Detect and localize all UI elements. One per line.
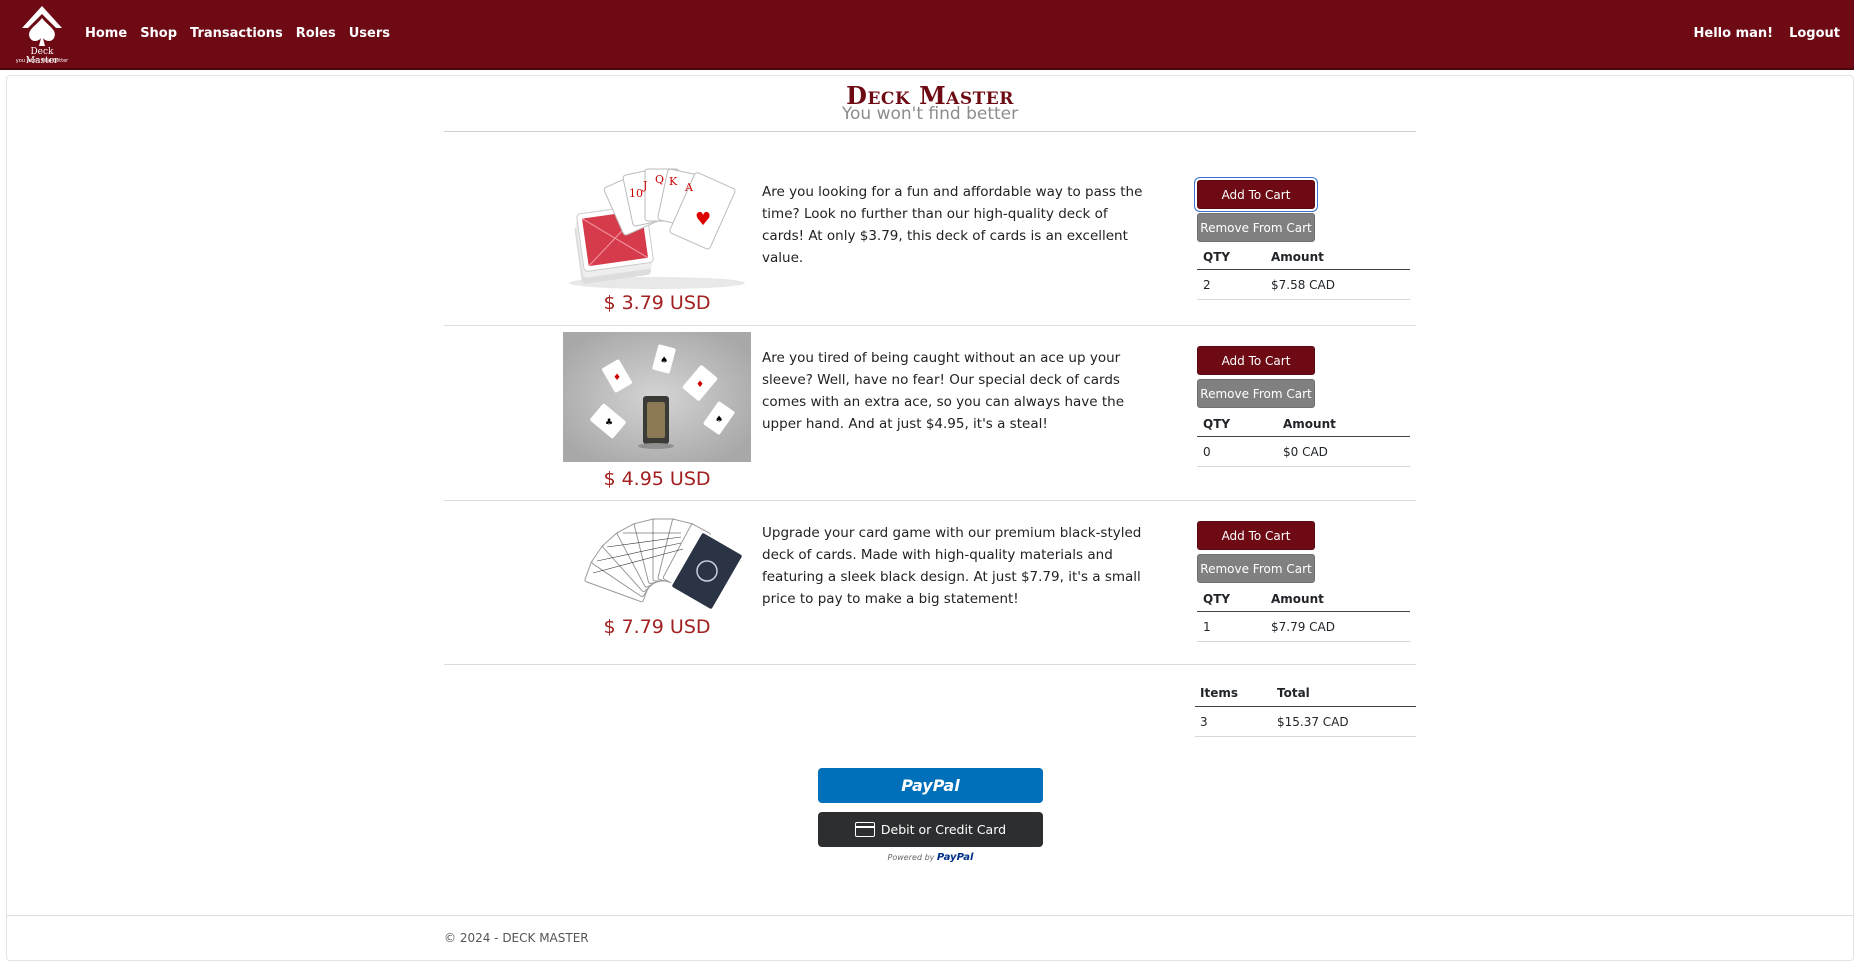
playing-cards-image-icon: 10 J Q K A ♥ [569, 168, 745, 289]
nav-home[interactable]: Home [85, 26, 127, 41]
qty-value: 2 [1203, 277, 1211, 292]
row-divider [444, 664, 1416, 665]
product-description: Upgrade your card game with our premium … [762, 525, 1142, 607]
totals-row: 3 $15.37 CAD [1195, 707, 1416, 737]
brand-subtitle: You won't find better [841, 104, 1019, 124]
product-row: 10 J Q K A ♥ $ 3.79 USD Are you looking … [444, 160, 1416, 325]
user-nav: Hello man! Logout [1678, 26, 1841, 41]
amount-value: $7.79 CAD [1271, 619, 1335, 634]
amount-header: Amount [1271, 249, 1324, 264]
svg-text:♠: ♠ [715, 415, 723, 425]
svg-text:K: K [669, 175, 678, 188]
product-row: ♦ ♠ ♦ ♣ ♠ $ 4.95 USD Are you tired of be… [444, 326, 1416, 500]
nav-shop[interactable]: Shop [140, 26, 177, 41]
logout-link[interactable]: Logout [1789, 26, 1840, 41]
totals-header: Items Total [1195, 680, 1416, 707]
total-amount: $15.37 CAD [1277, 714, 1349, 729]
cart-line-header: QTY Amount [1197, 244, 1410, 270]
add-to-cart-button[interactable]: Add To Cart [1197, 346, 1315, 375]
cart-line-row: 1 $7.79 CAD [1197, 612, 1410, 642]
cart-line-header: QTY Amount [1197, 411, 1410, 437]
svg-text:♠: ♠ [660, 356, 668, 366]
paypal-wordmark: PayPal [936, 852, 974, 863]
card-button-label: Debit or Credit Card [880, 822, 1007, 837]
add-to-cart-button[interactable]: Add To Cart [1197, 180, 1315, 209]
product-price: $ 3.79 USD [603, 292, 711, 314]
nav-transactions[interactable]: Transactions [190, 26, 283, 41]
svg-text:♦: ♦ [696, 380, 704, 390]
remove-from-cart-button[interactable]: Remove From Cart [1197, 379, 1315, 408]
product-price: $ 7.79 USD [603, 616, 711, 638]
product-image-ace-deck[interactable]: ♦ ♠ ♦ ♣ ♠ [563, 332, 751, 462]
debit-credit-card-button[interactable]: Debit or Credit Card [818, 812, 1043, 847]
total-header: Total [1277, 686, 1310, 700]
amount-value: $0 CAD [1283, 444, 1328, 459]
nav-users[interactable]: Users [349, 26, 390, 41]
product-image-fanned-cards[interactable]: 10 J Q K A ♥ [563, 165, 751, 295]
svg-text:A: A [684, 181, 694, 194]
main-nav: Home Shop Transactions Roles Users [85, 26, 403, 41]
spade-logo-icon [22, 6, 62, 46]
ace-cards-image-icon: ♦ ♠ ♦ ♣ ♠ [563, 332, 751, 462]
amount-header: Amount [1271, 591, 1324, 606]
svg-text:♣: ♣ [605, 418, 613, 428]
svg-text:Q: Q [655, 173, 664, 186]
paypal-button[interactable]: PayPal [818, 768, 1043, 803]
remove-from-cart-button[interactable]: Remove From Cart [1197, 213, 1315, 242]
svg-text:♥: ♥ [695, 209, 711, 230]
cart-line-row: 0 $0 CAD [1197, 437, 1410, 467]
product-image-black-deck[interactable] [563, 509, 751, 619]
remove-from-cart-button[interactable]: Remove From Cart [1197, 554, 1315, 583]
amount-header: Amount [1283, 416, 1336, 431]
amount-value: $7.58 CAD [1271, 277, 1335, 292]
cart-line-row: 2 $7.58 CAD [1197, 270, 1410, 300]
cart-line-table: QTY Amount 0 $0 CAD [1197, 411, 1410, 467]
product-description: Are you looking for a fun and affordable… [762, 184, 1143, 266]
product-price: $ 4.95 USD [603, 468, 711, 490]
items-header: Items [1200, 686, 1238, 700]
top-navbar: Deck Master you won't find better Home S… [0, 0, 1854, 70]
add-to-cart-button[interactable]: Add To Cart [1197, 521, 1315, 550]
nav-roles[interactable]: Roles [296, 26, 336, 41]
cart-line-table: QTY Amount 2 $7.58 CAD [1197, 244, 1410, 300]
footer-divider [6, 915, 1854, 916]
product-description: Are you tired of being caught without an… [762, 350, 1125, 432]
powered-by-text: Powered by [887, 853, 935, 862]
svg-text:10: 10 [629, 187, 643, 200]
svg-text:♦: ♦ [613, 373, 621, 383]
items-count: 3 [1200, 714, 1208, 729]
cart-totals-table: Items Total 3 $15.37 CAD [1195, 680, 1416, 737]
cart-line-table: QTY Amount 1 $7.79 CAD [1197, 586, 1410, 642]
qty-header: QTY [1203, 249, 1231, 264]
qty-header: QTY [1203, 591, 1231, 606]
header-divider [444, 131, 1416, 132]
svg-text:J: J [642, 179, 647, 192]
powered-by-paypal: Powered by PayPal [818, 852, 1043, 863]
footer-copyright: © 2024 - DECK MASTER [444, 931, 589, 945]
product-row: $ 7.79 USD Upgrade your card game with o… [444, 501, 1416, 664]
deck-master-logo[interactable]: Deck Master you won't find better [14, 4, 70, 66]
logo-tagline: you won't find better [15, 58, 69, 64]
qty-value: 1 [1203, 619, 1211, 634]
cart-line-header: QTY Amount [1197, 586, 1410, 612]
credit-card-icon [854, 822, 875, 837]
qty-value: 0 [1203, 444, 1211, 459]
user-greeting[interactable]: Hello man! [1694, 26, 1774, 41]
fanned-black-deck-image-icon [584, 518, 744, 611]
qty-header: QTY [1203, 416, 1231, 431]
brand-header: Deck Master You won't find better [444, 83, 1416, 124]
